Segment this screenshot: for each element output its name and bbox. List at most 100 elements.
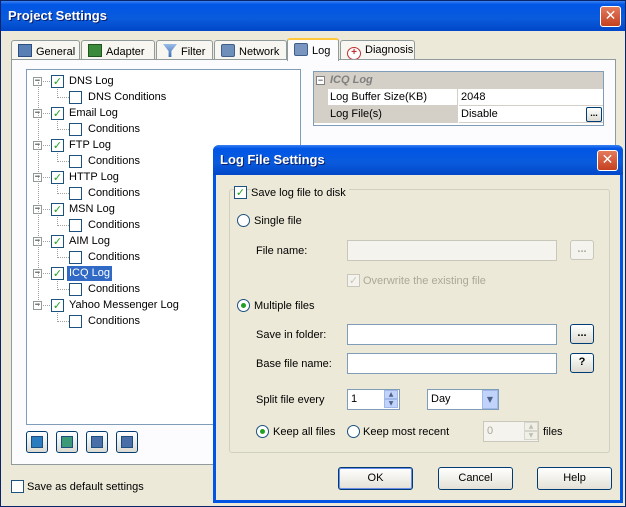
tab-adapter[interactable]: Adapter: [81, 40, 155, 60]
add-button[interactable]: [86, 431, 108, 453]
tree-child-checkbox[interactable]: [69, 91, 82, 104]
tree-checkbox[interactable]: ✓: [51, 235, 64, 248]
tree-child-checkbox[interactable]: [69, 251, 82, 264]
property-category: − ICQ Log: [314, 72, 603, 89]
tab-network[interactable]: Network: [214, 40, 287, 60]
tree-checkbox[interactable]: ✓: [51, 299, 64, 312]
general-icon: [18, 44, 32, 57]
tab-log[interactable]: Log: [287, 38, 339, 61]
tab-filter[interactable]: Filter: [156, 40, 213, 60]
tree-child-label[interactable]: Conditions: [86, 282, 142, 297]
title-bar[interactable]: Project Settings ✕: [1, 1, 625, 31]
default-settings-checkbox[interactable]: [11, 480, 24, 493]
dialog-title-bar[interactable]: Log File Settings ✕: [213, 145, 623, 175]
tree-item-label[interactable]: FTP Log: [67, 138, 113, 153]
tree-child-label[interactable]: Conditions: [86, 186, 142, 201]
close-button[interactable]: ✕: [600, 6, 621, 27]
tree-child-checkbox[interactable]: [69, 187, 82, 200]
save-in-folder-input[interactable]: [347, 324, 557, 345]
tree-checkbox[interactable]: ✓: [51, 171, 64, 184]
window-title: Project Settings: [8, 8, 107, 23]
tree-child-label[interactable]: Conditions: [86, 218, 142, 233]
network-icon: [221, 44, 235, 57]
overwrite-checkbox[interactable]: ✓: [347, 274, 360, 287]
tree-child-checkbox[interactable]: [69, 315, 82, 328]
tree-connector: [57, 161, 69, 162]
tree-item-label[interactable]: DNS Log: [67, 74, 116, 89]
tab-label: Filter: [181, 46, 206, 58]
tree-checkbox[interactable]: ✓: [51, 107, 64, 120]
tree-item-label[interactable]: HTTP Log: [67, 170, 121, 185]
file-name-input[interactable]: [347, 240, 557, 261]
spin-down-icon: ▼: [384, 399, 398, 408]
spin-up-icon: ▲: [384, 390, 398, 399]
import-button[interactable]: [26, 431, 48, 453]
tree-connector: [43, 209, 50, 210]
tree-child-checkbox[interactable]: [69, 123, 82, 136]
tab-general[interactable]: General: [11, 40, 80, 60]
keep-all-files-radio[interactable]: [256, 425, 269, 438]
tree-child-label[interactable]: Conditions: [86, 314, 142, 329]
property-value[interactable]: Disable: [459, 106, 603, 123]
base-file-name-input[interactable]: [347, 353, 557, 374]
tree-item-label[interactable]: Yahoo Messenger Log: [67, 298, 181, 313]
dialog-title: Log File Settings: [220, 152, 325, 167]
help-button[interactable]: Help: [537, 467, 612, 490]
file-name-browse-button[interactable]: ...: [570, 240, 594, 260]
filter-icon: [163, 44, 177, 57]
save-to-disk-checkbox[interactable]: ✓: [234, 186, 247, 199]
default-settings-label: Save as default settings: [27, 481, 144, 493]
tree-item-label[interactable]: AIM Log: [67, 234, 112, 249]
tree-checkbox[interactable]: ✓: [51, 139, 64, 152]
save-options-group: [229, 189, 610, 453]
tree-checkbox[interactable]: ✓: [51, 267, 64, 280]
tree-connector: [57, 97, 69, 98]
keep-all-files-label: Keep all files: [273, 426, 336, 438]
base-file-name-help-button[interactable]: ?: [570, 353, 594, 373]
save-in-folder-browse-button[interactable]: ...: [570, 324, 594, 344]
ok-button[interactable]: OK: [338, 467, 413, 490]
keep-recent-spinner[interactable]: ▲ ▼: [524, 422, 538, 441]
tab-diagnosis[interactable]: + Diagnosis: [340, 40, 415, 60]
cancel-button[interactable]: Cancel: [438, 467, 513, 490]
tree-connector: [57, 321, 69, 322]
tree-item-label[interactable]: MSN Log: [67, 202, 117, 217]
tree-checkbox[interactable]: ✓: [51, 75, 64, 88]
export-button[interactable]: [56, 431, 78, 453]
tree-child-label[interactable]: Conditions: [86, 250, 142, 265]
split-unit-dropdown-icon[interactable]: ▼: [482, 390, 498, 409]
tab-label: Adapter: [106, 46, 145, 58]
keep-most-recent-radio[interactable]: [347, 425, 360, 438]
spin-up-icon: ▲: [524, 422, 538, 431]
tree-child-checkbox[interactable]: [69, 155, 82, 168]
dialog-close-button[interactable]: ✕: [597, 150, 618, 171]
remove-button[interactable]: [116, 431, 138, 453]
tree-connector: [57, 193, 69, 194]
tree-item-label[interactable]: Email Log: [67, 106, 120, 121]
collapse-icon[interactable]: −: [316, 76, 325, 85]
log-file-settings-dialog: Log File Settings ✕ ✓ Save log file to d…: [213, 145, 623, 503]
save-in-folder-label: Save in folder:: [256, 329, 327, 341]
file-name-label: File name:: [256, 245, 308, 257]
row-gutter: [314, 106, 328, 123]
single-file-radio[interactable]: [237, 214, 250, 227]
tree-checkbox[interactable]: ✓: [51, 203, 64, 216]
add-icon: [91, 436, 103, 448]
split-value-spinner[interactable]: ▲ ▼: [384, 390, 398, 409]
tree-connector: [43, 305, 50, 306]
log-file-ellipsis-button[interactable]: ...: [586, 107, 602, 122]
tree-child-label[interactable]: Conditions: [86, 154, 142, 169]
property-row[interactable]: Log Buffer Size(KB) 2048: [314, 89, 603, 106]
tree-connector: [43, 273, 50, 274]
property-row[interactable]: Log File(s) Disable ...: [314, 106, 603, 123]
multiple-files-radio[interactable]: [237, 299, 250, 312]
import-icon: [31, 436, 43, 448]
property-value[interactable]: 2048: [459, 89, 603, 106]
tree-connector: [43, 145, 50, 146]
tree-child-label[interactable]: Conditions: [86, 122, 142, 137]
tree-child-label[interactable]: DNS Conditions: [86, 90, 168, 105]
overwrite-label: Overwrite the existing file: [363, 275, 486, 287]
tree-item-label[interactable]: ICQ Log: [67, 266, 112, 281]
tree-child-checkbox[interactable]: [69, 219, 82, 232]
tree-child-checkbox[interactable]: [69, 283, 82, 296]
